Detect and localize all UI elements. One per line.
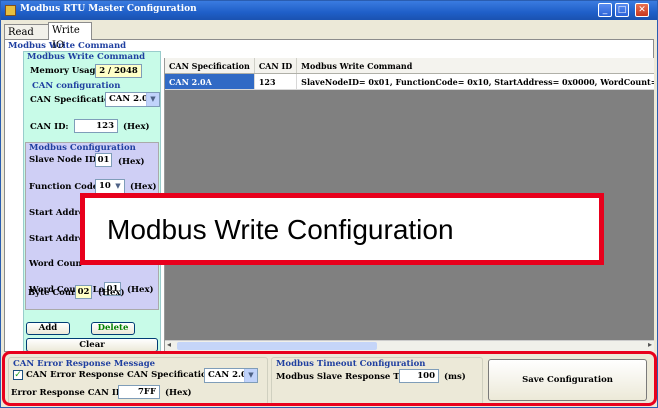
chevron-down-icon: ▼ <box>146 93 159 106</box>
bottom-highlight-box <box>2 351 657 406</box>
callout-text: Modbus Write Configuration <box>107 214 454 245</box>
start-address-low-label: Start Addre <box>29 234 85 244</box>
clear-button[interactable]: Clear <box>26 338 158 352</box>
delete-button[interactable]: Delete <box>91 322 135 335</box>
cell-can-id[interactable]: 123 <box>254 73 298 90</box>
maximize-button[interactable]: □ <box>615 3 629 17</box>
memory-usage-value: 2 / 2048 <box>95 64 142 78</box>
can-config-title: CAN configuration <box>32 81 121 91</box>
can-id-input[interactable]: 123 <box>74 119 118 133</box>
function-code-select[interactable]: 10 ▼ <box>95 179 125 194</box>
can-id-label: CAN ID: <box>30 122 69 132</box>
byte-count-unit: (Hex) <box>98 288 125 298</box>
tab-write-io[interactable]: Write IO <box>48 22 92 51</box>
scroll-right-icon[interactable]: ▸ <box>648 340 652 349</box>
can-spec-select[interactable]: CAN 2.0A ▼ <box>105 92 160 107</box>
tab-read-io[interactable]: Read IO <box>4 24 50 53</box>
function-code-unit: (Hex) <box>130 182 157 192</box>
close-button[interactable]: ✕ <box>635 3 649 17</box>
section-title: Modbus Write Command <box>8 41 127 51</box>
scroll-left-icon[interactable]: ◂ <box>167 340 171 349</box>
slave-node-label: Slave Node ID: <box>29 155 100 165</box>
function-code-label: Function Code: <box>29 182 102 192</box>
start-address-high-label: Start Addre <box>29 208 85 218</box>
slave-node-input[interactable]: 01 <box>95 153 112 167</box>
memory-usage-label: Memory Usage: <box>30 66 105 76</box>
can-id-unit: (Hex) <box>123 122 150 132</box>
chevron-down-icon: ▼ <box>112 180 124 193</box>
word-count-high-label: Word Coun <box>29 259 82 269</box>
minimize-button[interactable]: _ <box>598 3 612 17</box>
column-header-can-spec[interactable]: CAN Specification <box>165 58 255 74</box>
column-header-modbus-command[interactable]: Modbus Write Command <box>296 58 654 74</box>
grid-header-row: CAN Specification CAN ID Modbus Write Co… <box>165 58 654 74</box>
scrollbar-thumb[interactable] <box>177 342 377 350</box>
word-count-low-unit: (Hex) <box>127 285 154 295</box>
cell-modbus-command[interactable]: SlaveNodeID= 0x01, FunctionCode= 0x10, S… <box>296 73 654 90</box>
title-bar: Modbus RTU Master Configuration _ □ ✕ <box>1 1 657 20</box>
add-button[interactable]: Add <box>26 322 70 335</box>
grid-table: CAN Specification CAN ID Modbus Write Co… <box>165 58 654 90</box>
cell-can-spec[interactable]: CAN 2.0A <box>165 73 255 90</box>
slave-node-unit: (Hex) <box>118 157 145 167</box>
write-command-group-title: Modbus Write Command <box>27 52 146 62</box>
table-row[interactable]: CAN 2.0A 123 SlaveNodeID= 0x01, Function… <box>165 73 654 90</box>
app-icon <box>5 5 16 16</box>
modbus-config-title: Modbus Configuration <box>29 143 136 153</box>
function-code-value: 10 <box>99 181 111 191</box>
callout-box: Modbus Write Configuration <box>80 193 604 265</box>
byte-count-input[interactable]: 02 <box>75 285 92 299</box>
window-title: Modbus RTU Master Configuration <box>20 4 197 14</box>
column-header-can-id[interactable]: CAN ID <box>254 58 298 74</box>
